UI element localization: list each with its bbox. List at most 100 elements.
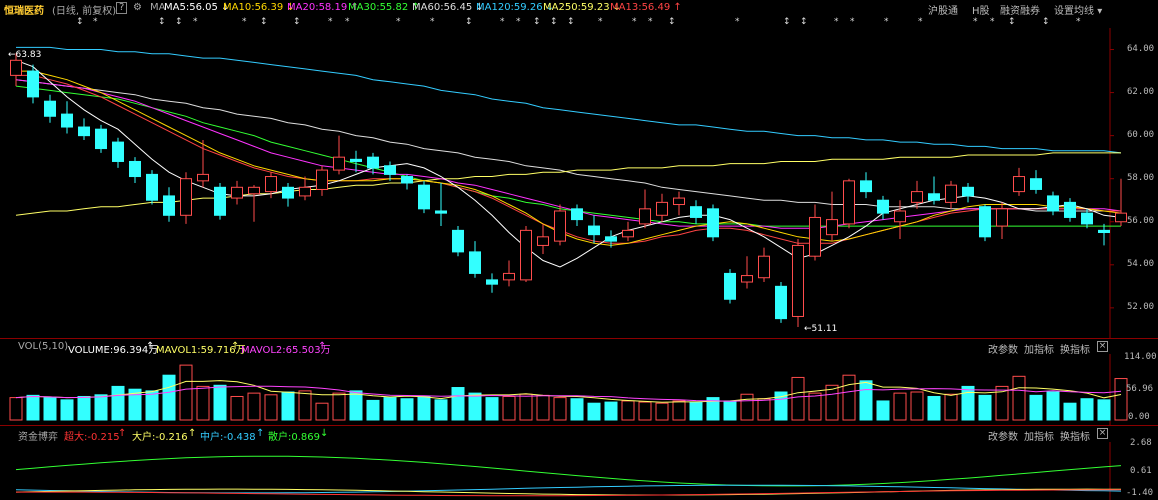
- add-indicator-button[interactable]: 加指标: [1024, 428, 1054, 443]
- candle[interactable]: [282, 183, 294, 207]
- volume-chart[interactable]: [0, 354, 1158, 426]
- event-arrow-icon[interactable]: ↕: [800, 17, 808, 27]
- event-star-icon[interactable]: *: [918, 17, 923, 27]
- candle[interactable]: [996, 202, 1008, 239]
- candle[interactable]: [316, 165, 328, 196]
- candle[interactable]: [1030, 170, 1042, 194]
- stock-name[interactable]: 恒瑞医药: [4, 2, 44, 17]
- candle[interactable]: [792, 238, 804, 328]
- candle[interactable]: [809, 204, 821, 261]
- event-star-icon[interactable]: *: [242, 17, 247, 27]
- event-star-icon[interactable]: *: [834, 17, 839, 27]
- candle[interactable]: [928, 176, 940, 205]
- fund-title[interactable]: 资金博弈: [18, 428, 58, 443]
- candle[interactable]: [826, 191, 838, 242]
- candle[interactable]: [95, 124, 107, 153]
- event-arrow-icon[interactable]: ↕: [260, 17, 268, 27]
- candle[interactable]: [962, 183, 974, 203]
- close-icon[interactable]: ×: [1097, 428, 1108, 439]
- candle[interactable]: [180, 172, 192, 224]
- candle[interactable]: [112, 137, 124, 168]
- candle[interactable]: [452, 226, 464, 257]
- candle[interactable]: [758, 247, 770, 283]
- event-arrow-icon[interactable]: ↕: [175, 17, 183, 27]
- event-star-icon[interactable]: *: [850, 17, 855, 27]
- event-star-icon[interactable]: *: [973, 17, 978, 27]
- event-star-icon[interactable]: *: [598, 17, 603, 27]
- close-icon[interactable]: ×: [1097, 341, 1108, 352]
- candle[interactable]: [1098, 223, 1110, 246]
- fund-chart[interactable]: [0, 442, 1158, 500]
- event-arrow-icon[interactable]: ↕: [567, 17, 575, 27]
- candle[interactable]: [248, 185, 260, 222]
- candle[interactable]: [214, 183, 226, 220]
- candle[interactable]: [418, 180, 430, 214]
- candle[interactable]: [435, 183, 447, 227]
- candle[interactable]: [894, 200, 906, 239]
- candle[interactable]: [945, 180, 957, 209]
- candle[interactable]: [1013, 167, 1025, 196]
- event-arrow-icon[interactable]: ↕: [76, 17, 84, 27]
- candle[interactable]: [503, 260, 515, 287]
- candle[interactable]: [129, 157, 141, 183]
- candle[interactable]: [61, 101, 73, 134]
- candle[interactable]: [588, 215, 600, 244]
- candle[interactable]: [333, 135, 345, 175]
- event-star-icon[interactable]: *: [990, 17, 995, 27]
- candle[interactable]: [911, 180, 923, 209]
- event-star-icon[interactable]: *: [735, 17, 740, 27]
- event-arrow-icon[interactable]: ↕: [158, 17, 166, 27]
- candle[interactable]: [469, 241, 481, 278]
- nav-h-share[interactable]: H股: [972, 2, 990, 17]
- event-star-icon[interactable]: *: [648, 17, 653, 27]
- vol-title[interactable]: VOL(5,10): [18, 341, 68, 352]
- nav-hk-connect[interactable]: 沪股通: [928, 2, 958, 17]
- event-star-icon[interactable]: *: [1076, 17, 1081, 27]
- candle[interactable]: [44, 94, 56, 123]
- candle[interactable]: [979, 204, 991, 242]
- event-star-icon[interactable]: *: [328, 17, 333, 27]
- candle[interactable]: [656, 193, 668, 222]
- candle[interactable]: [299, 176, 311, 201]
- candle[interactable]: [673, 191, 685, 216]
- event-arrow-icon[interactable]: ↕: [783, 17, 791, 27]
- event-arrow-icon[interactable]: ↕: [293, 17, 301, 27]
- event-arrow-icon[interactable]: ↕: [1008, 17, 1016, 27]
- candle[interactable]: [1081, 208, 1093, 229]
- event-arrow-icon[interactable]: ↕: [668, 17, 676, 27]
- candle[interactable]: [520, 226, 532, 283]
- candle[interactable]: [146, 170, 158, 205]
- event-star-icon[interactable]: *: [93, 17, 98, 27]
- event-star-icon[interactable]: *: [345, 17, 350, 27]
- period-label[interactable]: (日线, 前复权): [52, 2, 116, 17]
- nav-margin[interactable]: 融资融券: [1000, 2, 1040, 17]
- candle[interactable]: [554, 204, 566, 246]
- gear-icon[interactable]: ⚙: [133, 2, 142, 13]
- candle[interactable]: [707, 204, 719, 242]
- candle[interactable]: [571, 204, 583, 227]
- candle[interactable]: [401, 174, 413, 190]
- candle[interactable]: [860, 172, 872, 199]
- event-star-icon[interactable]: *: [884, 17, 889, 27]
- event-star-icon[interactable]: *: [500, 17, 505, 27]
- candle[interactable]: [775, 282, 787, 323]
- candle[interactable]: [724, 269, 736, 304]
- event-star-icon[interactable]: *: [193, 17, 198, 27]
- candle[interactable]: [1115, 178, 1127, 227]
- candle[interactable]: [639, 189, 651, 229]
- candle[interactable]: [231, 180, 243, 205]
- event-star-icon[interactable]: *: [396, 17, 401, 27]
- nav-ma-settings[interactable]: 设置均线 ▾: [1054, 2, 1102, 17]
- help-icon[interactable]: ?: [116, 2, 128, 14]
- candle[interactable]: [1047, 191, 1059, 216]
- candle[interactable]: [622, 221, 634, 242]
- event-arrow-icon[interactable]: ↕: [465, 17, 473, 27]
- candle[interactable]: [1064, 198, 1076, 222]
- event-arrow-icon[interactable]: ↕: [1042, 17, 1050, 27]
- switch-indicator-button[interactable]: 换指标: [1060, 428, 1090, 443]
- event-arrow-icon[interactable]: ↕: [533, 17, 541, 27]
- candle[interactable]: [690, 200, 702, 224]
- candle[interactable]: [843, 178, 855, 229]
- candle[interactable]: [486, 273, 498, 293]
- candlestick-chart[interactable]: ←63.83 ←51.11: [0, 28, 1158, 338]
